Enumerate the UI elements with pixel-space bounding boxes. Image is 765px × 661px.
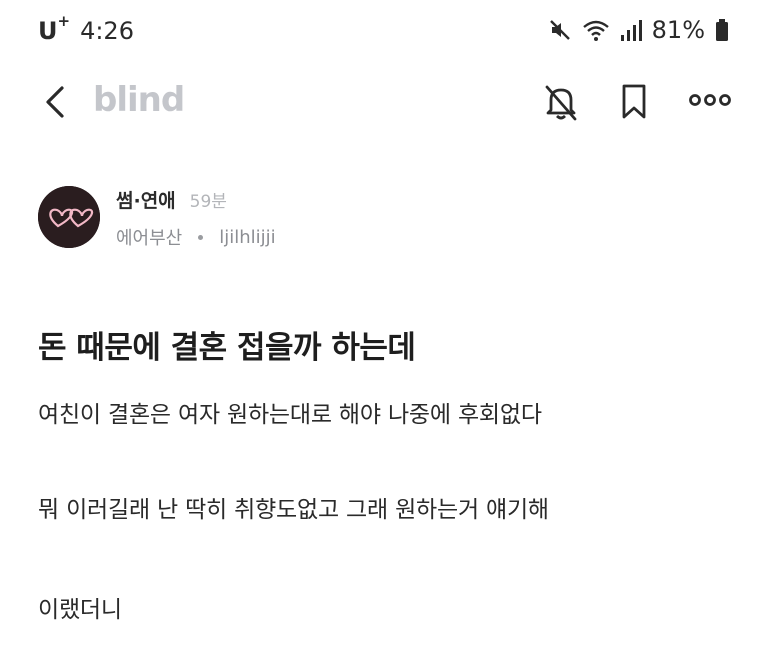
status-bar-right: 81% <box>548 16 729 44</box>
company-name[interactable]: 에어부산 <box>116 224 182 250</box>
post-title: 돈 때문에 결혼 접을까 하는데 <box>38 330 416 366</box>
post-meta-bottom: 에어부산 ljilhlijji <box>116 224 276 250</box>
username[interactable]: ljilhlijji <box>219 227 275 248</box>
back-icon[interactable] <box>40 82 72 122</box>
post-time: 59분 <box>189 192 227 212</box>
top-nav-bar: blind <box>0 72 765 132</box>
heart-avatar-image <box>38 186 100 248</box>
bell-off-icon[interactable] <box>542 82 580 126</box>
avatar[interactable] <box>38 186 100 248</box>
battery-percent: 81% <box>651 16 705 44</box>
separator-dot <box>198 234 204 240</box>
battery-icon <box>715 18 729 42</box>
more-icon[interactable] <box>688 90 732 114</box>
post-body-paragraph-3: 이랬더니 <box>38 597 122 623</box>
status-bar: U+ 4:26 81% <box>0 0 765 64</box>
bookmark-icon[interactable] <box>618 82 650 126</box>
blind-logo[interactable]: blind <box>93 80 185 120</box>
post-author: 썸·연애 59분 에어부산 ljilhlijji <box>38 182 738 262</box>
mute-icon <box>548 18 572 42</box>
channel-name[interactable]: 썸·연애 <box>116 186 176 213</box>
wifi-icon <box>582 18 610 42</box>
clock: 4:26 <box>80 17 134 45</box>
post-body-paragraph-2: 뭐 이러길래 난 딱히 취향도없고 그래 원하는거 얘기해 <box>38 497 549 523</box>
post-body-paragraph-1: 여친이 결혼은 여자 원하는대로 해야 나중에 후회없다 <box>38 402 542 428</box>
carrier-label: U+ <box>38 12 71 45</box>
signal-icon <box>620 18 642 42</box>
status-bar-left: U+ 4:26 <box>38 12 134 45</box>
post-meta-top: 썸·연애 59분 <box>116 186 227 213</box>
